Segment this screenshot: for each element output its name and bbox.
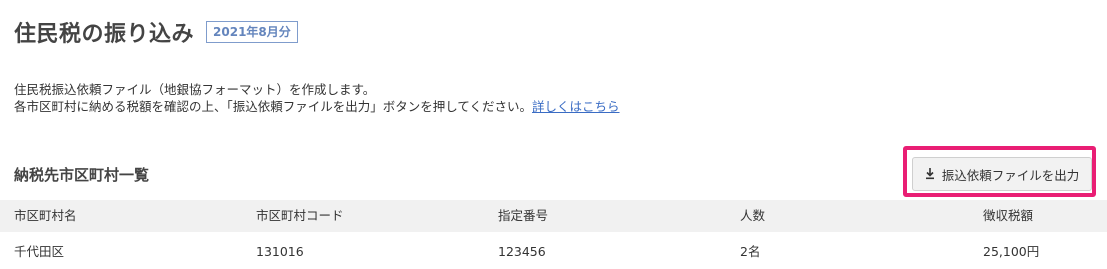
column-header-headcount: 人数	[740, 208, 766, 223]
details-link[interactable]: 詳しくはこちら	[532, 99, 620, 114]
description-line-2: 各市区町村に納める税額を確認の上、「振込依頼ファイルを出力」ボタンを押してくださ…	[14, 98, 620, 115]
cell-municipality: 千代田区	[14, 244, 65, 259]
column-header-municipality-code: 市区町村コード	[256, 208, 344, 223]
cell-headcount: 2名	[740, 244, 761, 259]
column-header-designated-number: 指定番号	[498, 208, 549, 223]
export-button-label: 振込依頼ファイルを出力	[941, 167, 1080, 183]
column-header-municipality: 市区町村名	[14, 208, 77, 223]
title-row: 住民税の振り込み 2021年8月分	[14, 16, 298, 48]
table-row: 千代田区 131016 123456 2名 25,100円	[0, 236, 1107, 269]
section-title: 納税先市区町村一覧	[14, 166, 150, 184]
description: 住民税振込依頼ファイル（地銀協フォーマット）を作成します。 各市区町村に納める税…	[14, 81, 620, 115]
download-icon	[925, 168, 934, 180]
cell-tax-amount: 25,100円	[983, 244, 1040, 259]
export-transfer-file-button[interactable]: 振込依頼ファイルを出力	[912, 157, 1092, 191]
page: 住民税の振り込み 2021年8月分 住民税振込依頼ファイル（地銀協フォーマット）…	[0, 0, 1107, 269]
description-line-2-text: 各市区町村に納める税額を確認の上、「振込依頼ファイルを出力」ボタンを押してくださ…	[14, 99, 533, 114]
page-title: 住民税の振り込み	[14, 22, 195, 47]
column-header-tax-amount: 徴収税額	[983, 208, 1034, 223]
period-badge: 2021年8月分	[206, 21, 298, 43]
cell-designated-number: 123456	[498, 244, 546, 259]
table-header: 市区町村名 市区町村コード 指定番号 人数 徴収税額	[0, 200, 1107, 232]
cell-municipality-code: 131016	[256, 244, 304, 259]
description-line-1: 住民税振込依頼ファイル（地銀協フォーマット）を作成します。	[14, 82, 376, 97]
